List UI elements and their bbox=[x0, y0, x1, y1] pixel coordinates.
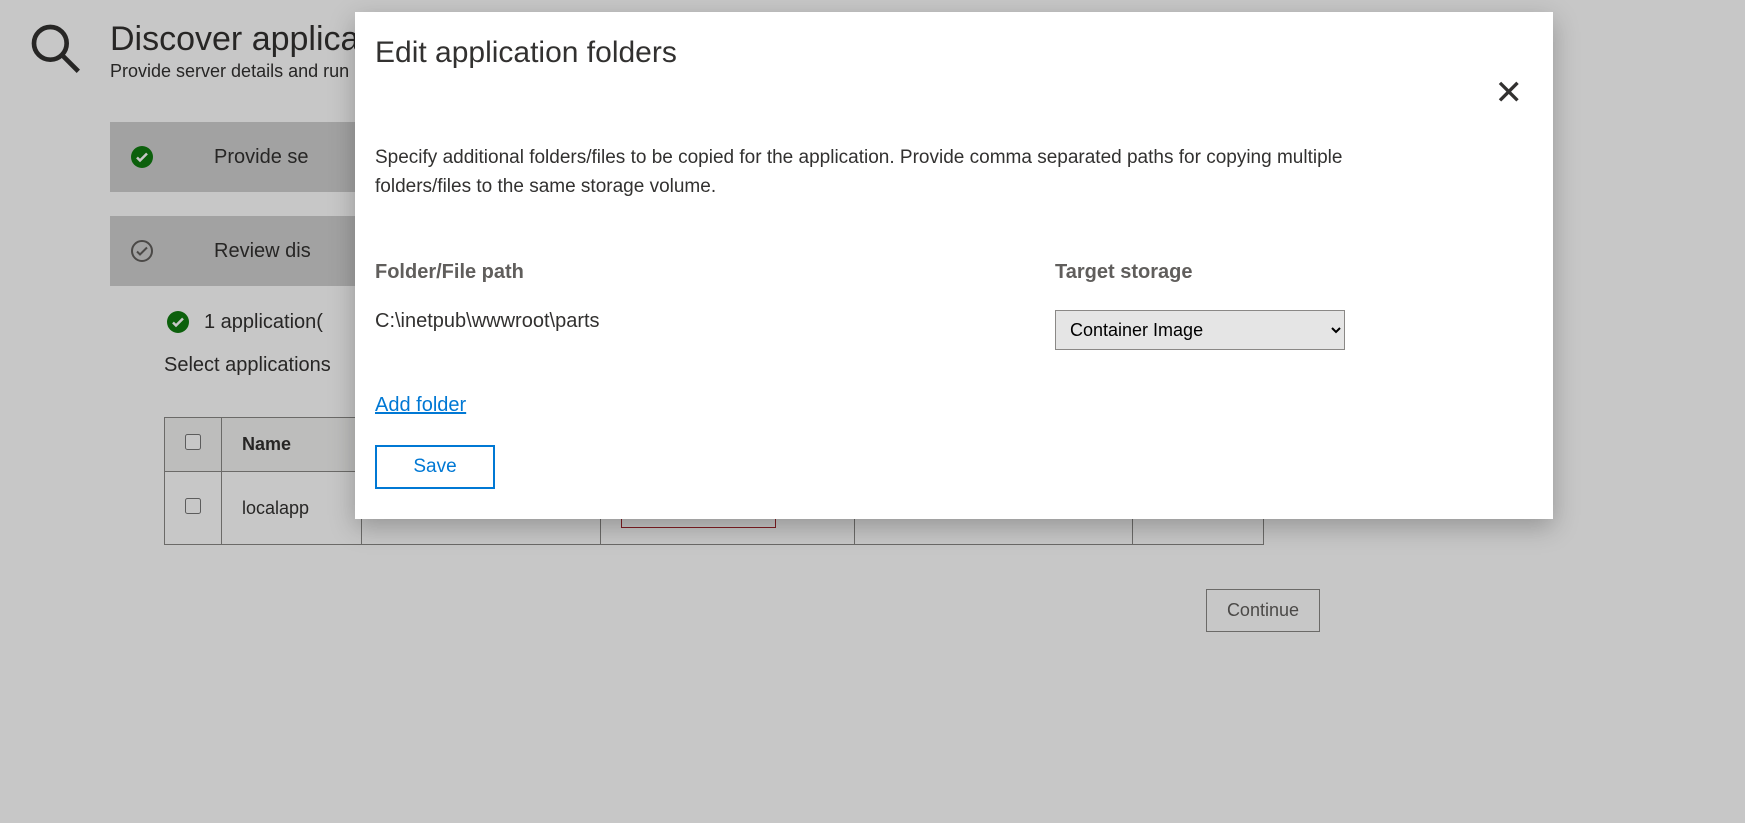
column-path: Folder/File path C:\inetpub\wwwroot\part… bbox=[375, 261, 1015, 350]
modal-header: Edit application folders ✕ bbox=[375, 36, 1533, 120]
path-column-label: Folder/File path bbox=[375, 261, 1015, 284]
add-folder-link[interactable]: Add folder bbox=[375, 394, 466, 417]
path-value: C:\inetpub\wwwroot\parts bbox=[375, 310, 1015, 333]
close-button[interactable]: ✕ bbox=[1485, 66, 1534, 120]
save-button[interactable]: Save bbox=[375, 445, 495, 489]
modal-columns: Folder/File path C:\inetpub\wwwroot\part… bbox=[375, 261, 1533, 350]
column-target: Target storage Container Image bbox=[1055, 261, 1395, 350]
modal-description: Specify additional folders/files to be c… bbox=[375, 144, 1435, 201]
target-storage-select[interactable]: Container Image bbox=[1055, 310, 1345, 350]
target-column-label: Target storage bbox=[1055, 261, 1395, 284]
modal-title: Edit application folders bbox=[375, 36, 677, 70]
close-icon: ✕ bbox=[1495, 74, 1524, 112]
edit-folders-modal: Edit application folders ✕ Specify addit… bbox=[355, 12, 1553, 519]
